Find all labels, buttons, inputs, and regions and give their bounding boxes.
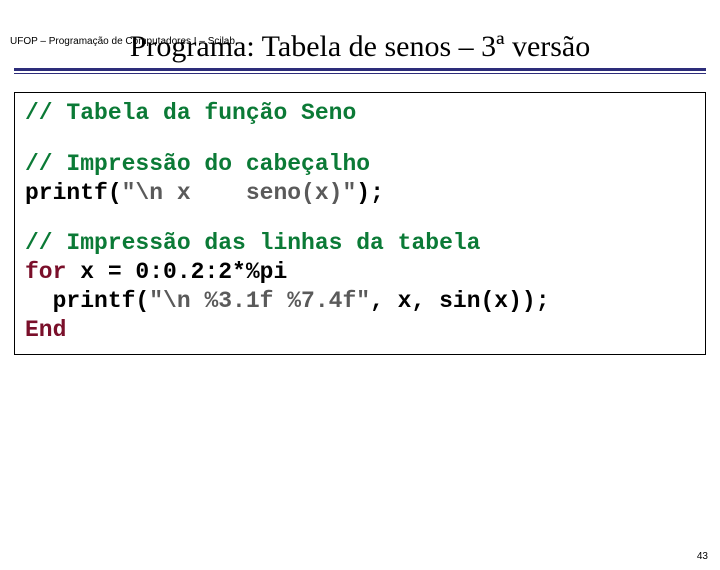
code-call: printf( xyxy=(25,180,122,206)
code-text: ); xyxy=(356,180,384,206)
title-underline xyxy=(14,68,706,74)
code-text: x = 0:0.2:2*%pi xyxy=(66,259,287,285)
code-comment: // Impressão do cabeçalho xyxy=(25,151,370,177)
page-number: 43 xyxy=(697,551,708,562)
code-string: "\n %3.1f %7.4f" xyxy=(149,288,370,314)
code-comment: // Impressão das linhas da tabela xyxy=(25,230,480,256)
code-string: "\n x seno(x)" xyxy=(122,180,357,206)
code-block-2: // Impressão do cabeçalho printf("\n x s… xyxy=(25,150,695,208)
code-keyword-for: for xyxy=(25,259,66,285)
code-block-3: // Impressão das linhas da tabela for x … xyxy=(25,229,695,344)
code-call: printf( xyxy=(25,288,149,314)
code-block-1: // Tabela da função Seno xyxy=(25,99,695,128)
course-header: UFOP – Programação de Computadores I – S… xyxy=(10,36,235,47)
code-text: , x, sin(x)); xyxy=(370,288,549,314)
code-comment: // Tabela da função Seno xyxy=(25,100,356,126)
code-box: // Tabela da função Seno // Impressão do… xyxy=(14,92,706,355)
code-keyword-end: End xyxy=(25,317,66,343)
